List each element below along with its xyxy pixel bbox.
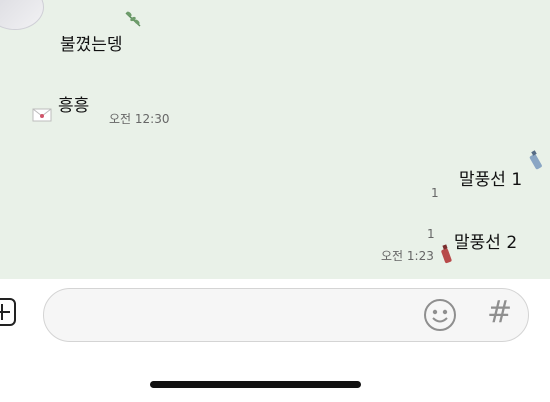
received-message[interactable]: 불꼈는뎅 [60,30,123,55]
envelope-sticker-icon [32,108,52,122]
plus-icon[interactable] [0,298,16,326]
home-indicator [150,381,361,388]
chat-area: 불꼈는뎅 흥흥 오전 12:30 말풍선 1 1 말풍선 2 1 오전 1:23 [0,0,550,279]
unread-count: 1 [431,186,439,200]
bottle-sticker-icon [529,150,542,170]
received-message[interactable]: 흥흥 [58,91,89,116]
sent-message[interactable]: 말풍선 1 [459,165,522,190]
bottle-sticker-icon [441,244,452,264]
message-timestamp: 오전 1:23 [381,249,434,263]
sent-message[interactable]: 말풍선 2 [454,228,517,253]
smiley-icon[interactable] [423,298,457,332]
leaf-sticker-icon [125,11,141,27]
avatar[interactable] [0,0,44,30]
hashtag-icon[interactable]: # [487,296,512,330]
unread-count: 1 [427,227,435,241]
message-timestamp: 오전 12:30 [109,112,170,126]
